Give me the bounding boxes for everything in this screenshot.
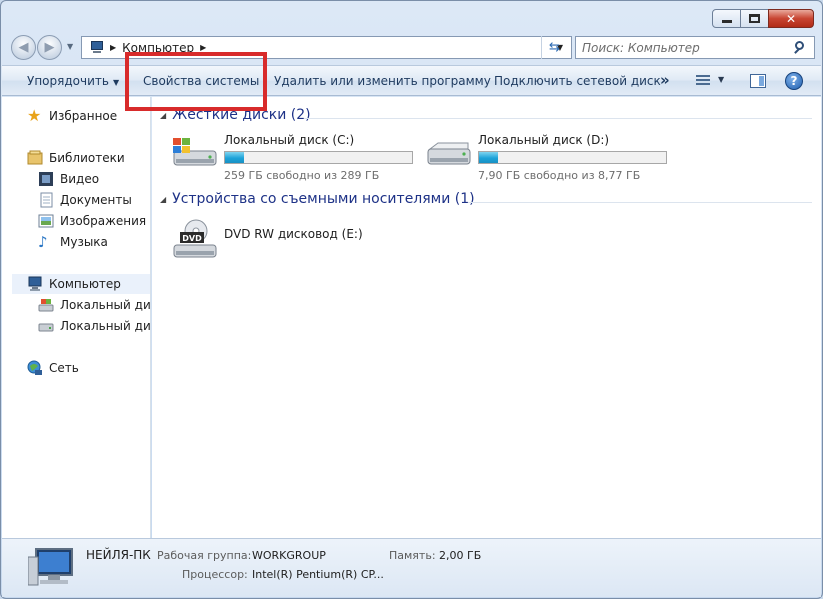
sidebar-item-favorites[interactable]: ★ Избранное	[27, 106, 117, 126]
refresh-icon: ⇆	[549, 40, 560, 55]
group-divider	[304, 118, 812, 119]
sidebar-item-video[interactable]: Видео	[38, 169, 99, 189]
chevron-down-icon[interactable]: ▼	[718, 75, 724, 84]
sidebar-item-label: Библиотеки	[49, 151, 125, 165]
drive-item-c[interactable]: Локальный диск (C:) 259 ГБ свободно из 2…	[170, 133, 420, 185]
drive-item-dvd[interactable]: DVD DVD RW дисковод (E:)	[170, 219, 400, 261]
memory-value: 2,00 ГБ	[439, 549, 482, 562]
workgroup-value: WORKGROUP	[252, 549, 326, 562]
drive-item-d[interactable]: Локальный диск (D:) 7,90 ГБ свободно из …	[424, 133, 674, 185]
drive-name: DVD RW дисковод (E:)	[224, 227, 363, 241]
group-title: Устройства со съемными носителями (1)	[172, 191, 475, 207]
hard-drive-icon	[38, 318, 54, 334]
sidebar-item-libraries[interactable]: Библиотеки	[27, 148, 125, 168]
change-view-button[interactable]	[696, 74, 714, 88]
star-icon: ★	[27, 106, 42, 125]
recent-pages-dropdown[interactable]: ▼	[67, 42, 73, 51]
caption-buttons: ✕	[712, 9, 814, 28]
sidebar-item-label: Изображения	[60, 214, 147, 228]
computer-icon	[27, 276, 43, 292]
collapse-triangle-icon[interactable]: ◢	[160, 195, 166, 204]
search-box[interactable]	[575, 36, 815, 59]
more-commands-button[interactable]: »	[660, 71, 670, 89]
sidebar-item-label: Музыка	[60, 235, 108, 249]
forward-arrow-icon: ▶	[44, 40, 55, 55]
drive-usage-bar	[478, 151, 667, 164]
computer-icon	[88, 41, 104, 54]
map-network-drive-button[interactable]: Подключить сетевой диск	[494, 74, 661, 88]
organize-label: Упорядочить	[27, 74, 109, 88]
maximize-icon	[749, 14, 760, 23]
sidebar-item-label: Сеть	[49, 361, 79, 375]
navigation-pane: ★ Избранное Библиотеки Видео Документы И…	[2, 97, 151, 538]
music-icon: ♪	[38, 233, 48, 251]
sidebar-item-label: Локальный диск	[60, 319, 151, 333]
group-title: Жесткие диски (2)	[172, 107, 311, 123]
processor-label: Процессор:	[182, 568, 248, 581]
preview-pane-button[interactable]	[750, 74, 766, 88]
back-button[interactable]: ◀	[11, 35, 36, 60]
details-pane: НЕЙЛЯ-ПК Рабочая группа: WORKGROUP Памят…	[2, 538, 821, 597]
breadcrumb-computer[interactable]: Компьютер	[122, 41, 194, 55]
group-divider	[468, 202, 812, 203]
refresh-button[interactable]: ⇆	[541, 36, 567, 59]
processor-value: Intel(R) Pentium(R) CP...	[252, 568, 384, 581]
organize-button[interactable]: Упорядочить ▼	[27, 74, 119, 88]
libraries-icon	[27, 150, 43, 166]
drive-usage-bar	[224, 151, 413, 164]
uninstall-program-button[interactable]: Удалить или изменить программу	[274, 74, 491, 88]
sidebar-item-network[interactable]: Сеть	[27, 358, 79, 378]
back-arrow-icon: ◀	[18, 40, 29, 55]
drive-free-space: 259 ГБ свободно из 289 ГБ	[224, 169, 380, 182]
navigation-bar: ◀ ▶ ▼ ▶ Компьютер ▶ ▼ ⇆	[9, 33, 816, 61]
drive-free-space: 7,90 ГБ свободно из 8,77 ГБ	[478, 169, 641, 182]
collapse-triangle-icon[interactable]: ◢	[160, 111, 166, 120]
hard-drive-icon	[427, 142, 471, 165]
minimize-button[interactable]	[712, 9, 741, 28]
breadcrumb-separator-icon[interactable]: ▶	[110, 43, 116, 52]
svg-text:DVD: DVD	[182, 234, 202, 243]
dvd-drive-icon: DVD	[173, 219, 217, 258]
sidebar-item-label: Документы	[60, 193, 132, 207]
sidebar-item-label: Видео	[60, 172, 100, 186]
documents-icon	[38, 192, 54, 208]
help-button[interactable]: ?	[785, 72, 803, 90]
sidebar-item-documents[interactable]: Документы	[38, 190, 132, 210]
sidebar-item-drive-d[interactable]: Локальный диск	[38, 316, 151, 336]
memory-label: Память:	[389, 549, 436, 562]
search-icon[interactable]	[792, 39, 810, 57]
sidebar-item-computer[interactable]: Компьютер	[12, 274, 150, 294]
video-icon	[38, 171, 54, 187]
sidebar-item-label: Локальный диск	[60, 298, 151, 312]
system-properties-button[interactable]: Свойства системы	[143, 74, 259, 88]
workgroup-label: Рабочая группа:	[157, 549, 252, 562]
computer-name: НЕЙЛЯ-ПК	[86, 548, 151, 562]
network-icon	[27, 360, 43, 376]
sidebar-item-pictures[interactable]: Изображения	[38, 211, 146, 231]
command-bar: Упорядочить ▼ Свойства системы Удалить ил…	[2, 65, 821, 96]
close-icon: ✕	[785, 11, 797, 26]
group-header-hard-drives[interactable]: ◢ Жесткие диски (2)	[160, 107, 311, 123]
sidebar-item-drive-c[interactable]: Локальный диск	[38, 295, 151, 315]
content-pane: ◢ Жесткие диски (2) Локальный диск (C:) …	[152, 97, 821, 538]
system-drive-icon	[38, 297, 54, 313]
computer-icon	[28, 548, 73, 586]
sidebar-item-label: Избранное	[49, 109, 118, 123]
drive-name: Локальный диск (C:)	[224, 133, 355, 147]
close-button[interactable]: ✕	[768, 9, 814, 28]
pictures-icon	[38, 213, 54, 229]
sidebar-item-music[interactable]: ♪ Музыка	[38, 232, 108, 252]
explorer-window: ✕ ◀ ▶ ▼ ▶ Компьютер ▶ ▼ ⇆ Упорядочить▼ С…	[0, 0, 823, 599]
breadcrumb-separator-icon[interactable]: ▶	[200, 43, 206, 52]
group-header-removable[interactable]: ◢ Устройства со съемными носителями (1)	[160, 191, 475, 207]
maximize-button[interactable]	[740, 9, 769, 28]
system-drive-icon	[173, 138, 217, 166]
drive-name: Локальный диск (D:)	[478, 133, 610, 147]
chevron-down-icon: ▼	[112, 78, 120, 87]
address-bar[interactable]: ▶ Компьютер ▶ ▼	[81, 36, 572, 59]
sidebar-item-label: Компьютер	[49, 277, 121, 291]
search-input[interactable]	[576, 39, 792, 56]
forward-button[interactable]: ▶	[37, 35, 62, 60]
minimize-icon	[721, 20, 732, 23]
